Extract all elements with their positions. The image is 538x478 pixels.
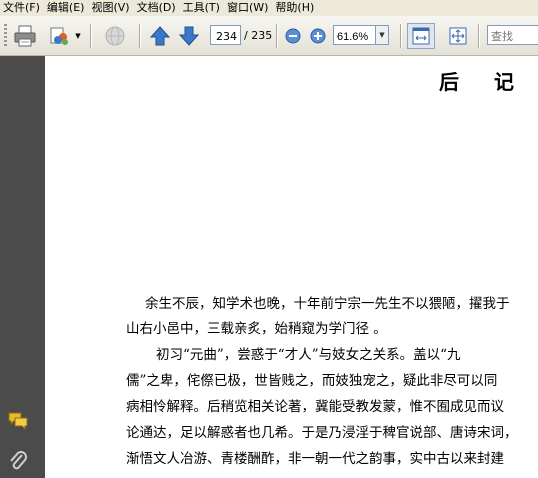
zoom-in-button[interactable] (309, 27, 327, 45)
collaborate-button[interactable] (48, 24, 72, 48)
menu-help[interactable]: 帮助(H) (271, 0, 317, 16)
document-page: 后记 余生不辰，知学术也晚，十年前宁宗一先生不以猥陋，擢我于 山右小邑中，三载亲… (45, 56, 538, 478)
chevron-down-icon: ▼ (379, 31, 385, 39)
previous-page-button[interactable] (148, 24, 172, 48)
separator (139, 24, 141, 48)
text-line: 余生不辰，知学术也晚，十年前宁宗一先生不以猥陋，擢我于 (145, 296, 510, 312)
menu-view[interactable]: 视图(V) (87, 0, 132, 16)
zoom-out-button[interactable] (284, 27, 302, 45)
printer-icon (14, 25, 36, 47)
zoom-level-input[interactable] (333, 25, 376, 45)
comment-bubbles-icon (8, 412, 28, 431)
heading-char-2: 记 (494, 70, 515, 94)
paperclip-icon (10, 451, 27, 470)
arrow-down-icon (178, 26, 200, 46)
print-button[interactable] (12, 24, 38, 48)
text-line: 论通达，足以解惑者也几希。于是乃浸淫于稗官说部、唐诗宋词， (126, 425, 518, 441)
collaborate-dropdown-icon[interactable]: ▼ (74, 32, 82, 40)
arrow-up-icon (149, 26, 171, 46)
text-line: 初习“元曲”，尝惑于“才人”与妓女之关系。盖以“九 (156, 347, 461, 363)
menu-edit[interactable]: 编辑(E) (43, 0, 88, 16)
fit-width-icon (412, 27, 430, 45)
separator (478, 24, 480, 48)
separator (400, 24, 402, 48)
zoom-dropdown-button[interactable]: ▼ (376, 25, 389, 45)
separator (276, 24, 278, 48)
menu-bar: 文件(F) 编辑(E) 视图(V) 文档(D) 工具(T) 窗口(W) 帮助(H… (0, 0, 538, 16)
toolbar-grip[interactable] (4, 24, 7, 48)
globe-icon (105, 26, 125, 46)
text-line: 渐悟文人冶游、青楼酬酢，非一朝一代之韵事，实中古以来封建 (126, 451, 504, 467)
menu-window[interactable]: 窗口(W) (223, 0, 271, 16)
text-line: 山右小邑中，三载亲炙，始稍窥为学门径 。 (126, 321, 387, 337)
zoom-out-icon (285, 28, 301, 44)
navigation-panel (0, 56, 45, 478)
disabled-tool-button[interactable] (101, 23, 129, 49)
page-total: / 235 (244, 29, 273, 42)
next-page-button[interactable] (177, 24, 201, 48)
page-heading: 后记 (45, 66, 515, 95)
separator (90, 24, 92, 48)
menu-document[interactable]: 文档(D) (133, 0, 179, 16)
heading-char-1: 后 (439, 70, 460, 94)
toolbar: ▼ / 235 ▼ (0, 16, 538, 56)
collaborate-icon (50, 27, 68, 45)
comments-button[interactable] (7, 411, 29, 431)
menu-tools[interactable]: 工具(T) (179, 0, 223, 16)
page-number-input[interactable] (210, 25, 241, 45)
fit-page-button[interactable] (446, 24, 470, 48)
text-line: 病相怜解释。后稍览相关论著，冀能受教发蒙，惟不囿成见而议 (126, 399, 504, 415)
text-line: 儒”之卑，侘傺已极，世皆贱之，而妓独宠之，疑此非尽可以同 (126, 373, 498, 389)
fit-width-button[interactable] (407, 23, 435, 49)
menu-file[interactable]: 文件(F) (0, 0, 43, 16)
search-input[interactable] (487, 25, 538, 45)
zoom-in-icon (310, 28, 326, 44)
fit-page-icon (449, 27, 467, 45)
attachments-button[interactable] (8, 449, 28, 473)
